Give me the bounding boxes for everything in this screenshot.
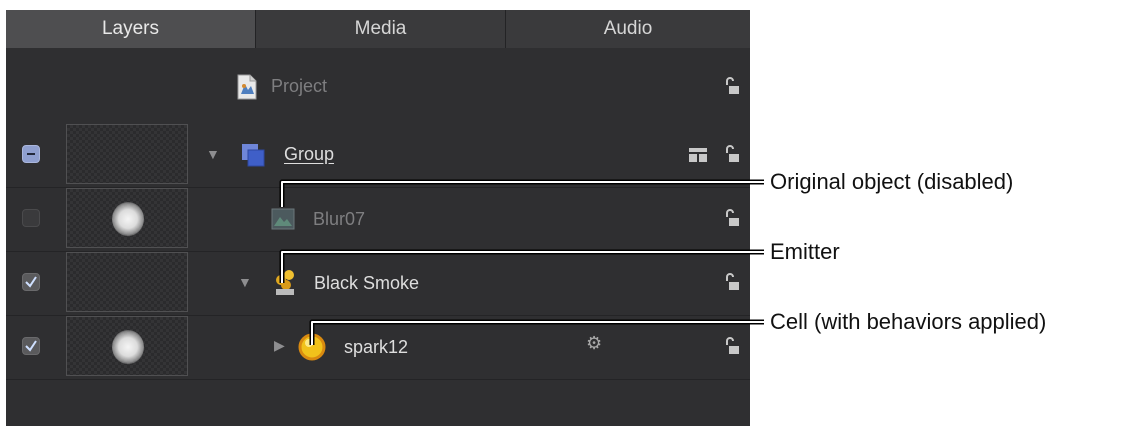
callout-original-object: Original object (disabled) (770, 169, 1014, 194)
callout-emitter: Emitter (770, 239, 840, 264)
callout-cell: Cell (with behaviors applied) (770, 309, 1047, 334)
callout-line-original (279, 179, 764, 207)
callout-line-cell (309, 319, 764, 345)
callout-lines (279, 179, 764, 345)
callout-line-emitter (279, 249, 764, 283)
